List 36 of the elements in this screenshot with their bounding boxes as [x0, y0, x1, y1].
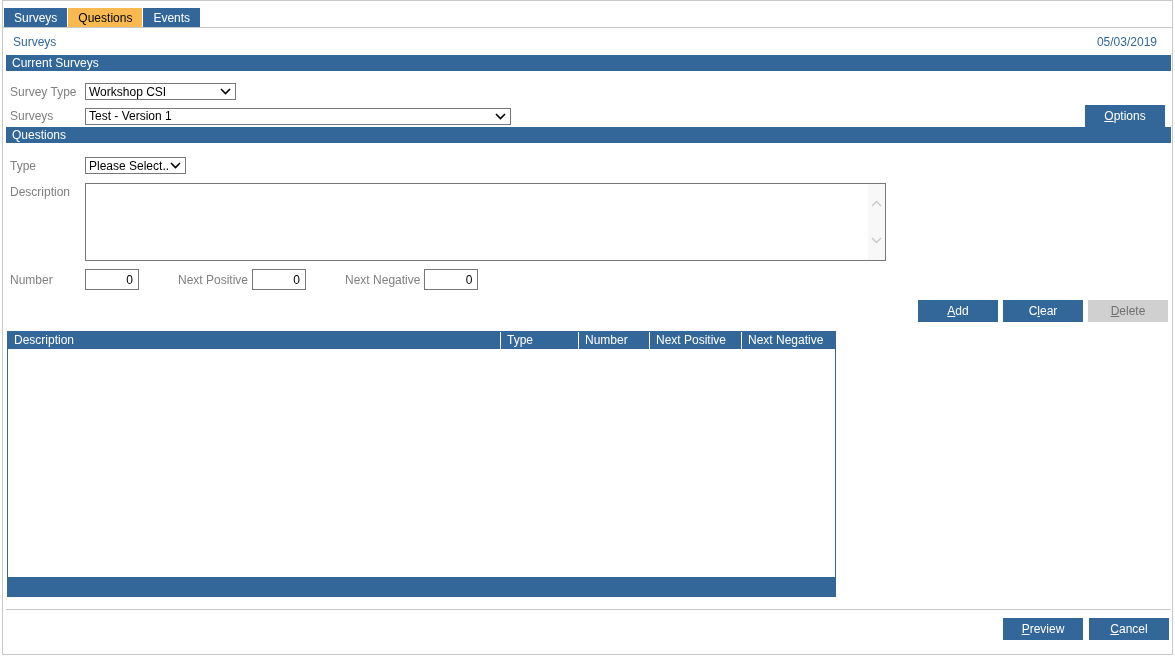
- section-header: Current Surveys: [6, 55, 1171, 71]
- next-negative-input[interactable]: 0: [424, 269, 479, 290]
- action-button[interactable]: Clear: [1003, 300, 1083, 322]
- tab[interactable]: Surveys: [4, 8, 68, 27]
- tab[interactable]: Events: [143, 8, 201, 27]
- action-button[interactable]: Add: [918, 300, 998, 322]
- field-label: Description: [9, 184, 72, 199]
- chevron-down-icon: [871, 237, 882, 244]
- date-label: 05/03/2019: [1096, 35, 1157, 51]
- chevron-down-icon: [170, 162, 181, 169]
- number-input[interactable]: 0: [85, 269, 139, 290]
- surveys-dropdown[interactable]: Test - Version 1: [85, 107, 511, 125]
- chevron-down-icon: [495, 112, 506, 120]
- column-header[interactable]: Type: [501, 332, 579, 349]
- chevron-down-icon: [220, 88, 231, 95]
- type-dropdown[interactable]: Please Select..: [85, 157, 186, 174]
- column-header[interactable]: Description: [8, 332, 501, 349]
- tab[interactable]: Questions: [68, 8, 143, 27]
- options-button[interactable]: Options: [1085, 105, 1165, 127]
- column-header[interactable]: Next Positive: [650, 332, 742, 349]
- field-label: Next Positive: [178, 272, 249, 287]
- field-label: Survey Type: [9, 84, 78, 99]
- survey-type-dropdown[interactable]: Workshop CSI: [85, 83, 236, 100]
- section-header: Questions: [6, 127, 1171, 143]
- field-label: Type: [9, 158, 37, 173]
- footer-button[interactable]: Cancel: [1089, 618, 1169, 640]
- column-header[interactable]: Number: [579, 332, 650, 349]
- page-title: Surveys: [13, 35, 57, 51]
- footer-button[interactable]: Preview: [1003, 618, 1083, 640]
- column-header[interactable]: Next Negative: [742, 332, 835, 349]
- description-textarea[interactable]: [85, 183, 886, 261]
- chevron-up-icon: [871, 200, 882, 207]
- next-positive-input[interactable]: 0: [252, 269, 307, 290]
- field-label: Surveys: [9, 109, 55, 123]
- field-label: Next Negative: [345, 272, 421, 287]
- field-label: Number: [9, 272, 54, 287]
